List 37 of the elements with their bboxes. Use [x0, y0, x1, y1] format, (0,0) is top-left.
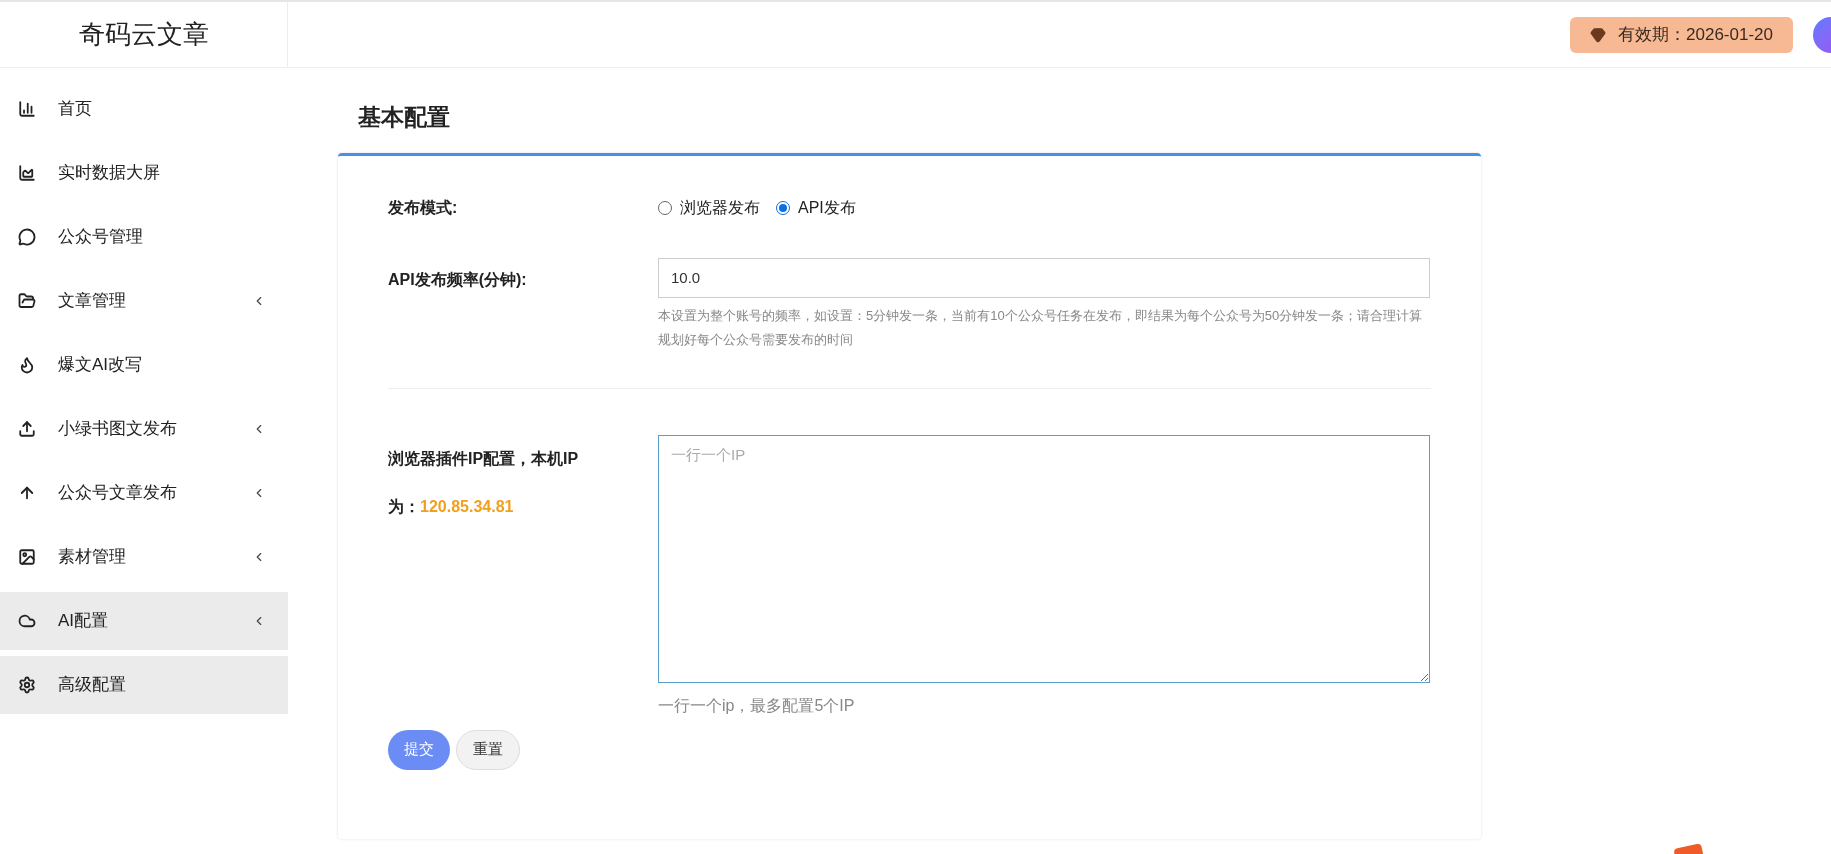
reset-button[interactable]: 重置: [456, 729, 520, 770]
sidebar-label: 首页: [58, 98, 93, 121]
sidebar-label: 公众号管理: [58, 226, 144, 249]
radio-label: API发布: [798, 197, 856, 218]
sidebar-label: 文章管理: [58, 290, 127, 313]
local-ip: 120.85.34.81: [420, 496, 514, 517]
brand-title: 奇码云文章: [78, 18, 209, 51]
chat-bubble-icon: [18, 228, 36, 246]
field-label: 发布模式:: [388, 197, 459, 218]
bar-chart-icon: [18, 100, 36, 118]
field-label: 浏览器插件IP配置，本机IP: [388, 448, 580, 469]
input-field[interactable]: 10.0: [658, 257, 1430, 298]
field-label: API发布频率(分钟):: [388, 269, 528, 290]
upload-icon: [18, 420, 36, 438]
image-icon: [18, 548, 36, 566]
radio-label: 浏览器发布: [680, 197, 760, 218]
page-title: 基本配置: [357, 103, 451, 132]
sidebar-item[interactable]: 高级配置: [0, 656, 288, 714]
cloud-icon: [18, 612, 36, 630]
field-label: 为：: [388, 496, 420, 517]
sidebar-label: 实时数据大屏: [58, 162, 161, 185]
help-text: 本设置为整个账号的频率，如设置：5分钟发一条，当前有10个公众号任务在发布，即结果为每个公众号为50分钟发一条；请合理计算规划好每个公众号需要发布的时间: [658, 306, 1424, 349]
sidebar-label: 高级配置: [58, 674, 127, 697]
folder-icon: [18, 292, 36, 310]
area-chart-icon: [18, 164, 36, 182]
sidebar-item[interactable]: AI配置: [0, 592, 288, 650]
input-field[interactable]: 一行一个IP: [658, 434, 1430, 683]
expiry-date: 有效期：2026-01-20: [1618, 23, 1773, 46]
sidebar-label: 素材管理: [58, 546, 127, 569]
sidebar-label: AI配置: [58, 610, 110, 633]
sidebar-label: 爆文AI改写: [58, 354, 144, 377]
sidebar-label: 小绿书图文发布: [58, 418, 178, 441]
gem-icon: [1590, 26, 1607, 43]
help-text: 一行一个ip，最多配置5个IP: [658, 695, 856, 716]
settings-icon: [18, 676, 36, 694]
sidebar-label: 公众号文章发布: [58, 482, 178, 505]
flame-icon: [18, 356, 36, 374]
